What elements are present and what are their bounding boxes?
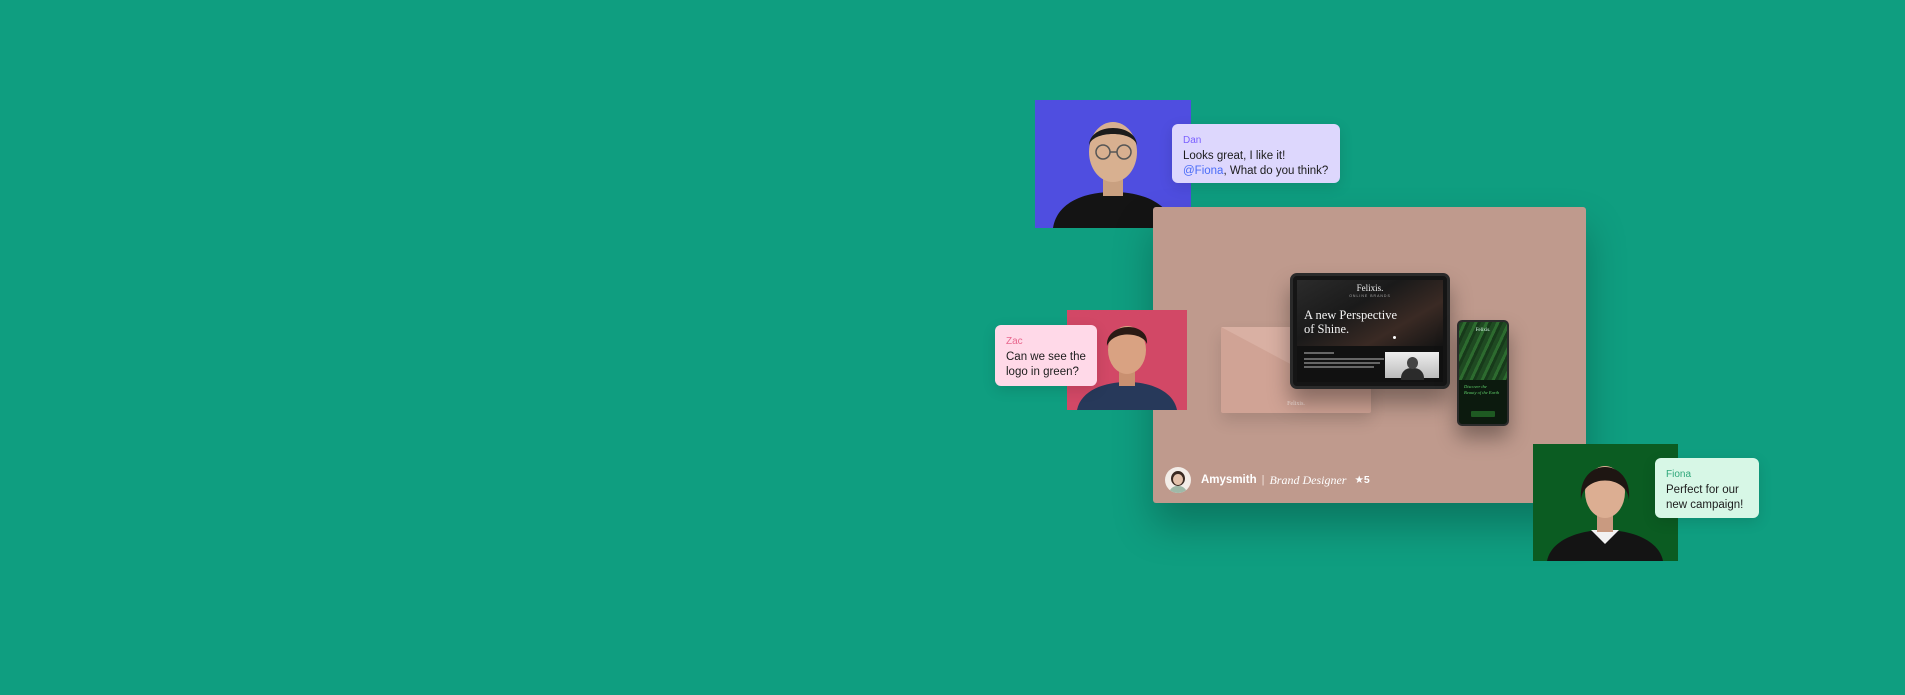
phone-mockup: Felixis. Discover the Beauty of the Earth <box>1457 320 1509 426</box>
comment-text-2: new campaign! <box>1666 499 1744 511</box>
tablet-brand: Felixis. <box>1356 283 1384 293</box>
tablet-mockup: Felixis. ONLINE BRANDS A new Perspective… <box>1290 273 1450 389</box>
tablet-thumbnail <box>1385 352 1439 380</box>
comment-author: Dan <box>1183 135 1202 146</box>
comment-text: Can we see the <box>1006 351 1086 363</box>
comment-author: Fiona <box>1666 469 1692 480</box>
portfolio-card[interactable]: Felixis. Felixis. ONLINE BRANDS A new Pe… <box>1153 207 1586 503</box>
comment-text-2: @Fiona, What do you think? <box>1183 165 1329 177</box>
tablet-headline: A new Perspective of Shine. <box>1304 308 1398 336</box>
comment-text-2: logo in green? <box>1006 366 1079 378</box>
designer-role: Brand Designer <box>1269 472 1347 487</box>
comment-dan[interactable]: Dan Looks great, I like it! @Fiona, What… <box>1172 124 1340 183</box>
mention-link[interactable]: @Fiona <box>1183 165 1223 177</box>
envelope-logo: Felixis. <box>1287 401 1305 407</box>
phone-button <box>1471 411 1495 417</box>
rating-badge: ★5 <box>1354 474 1370 486</box>
avatar[interactable] <box>1165 467 1191 493</box>
designer-name[interactable]: Amysmith <box>1201 474 1257 486</box>
tablet-tagline: ONLINE BRANDS <box>1349 294 1391 298</box>
designer-footer: Amysmith | Brand Designer ★5 <box>1165 467 1370 493</box>
comment-text: Perfect for our <box>1666 484 1739 496</box>
separator: | <box>1261 474 1265 486</box>
phone-text: Discover the Beauty of the Earth <box>1464 384 1500 395</box>
phone-brand: Felixis. <box>1475 328 1491 333</box>
comment-zac[interactable]: Zac Can we see the logo in green? <box>995 325 1097 386</box>
comment-text: Looks great, I like it! <box>1183 150 1286 162</box>
comment-fiona[interactable]: Fiona Perfect for our new campaign! <box>1655 458 1759 518</box>
comment-author: Zac <box>1006 336 1023 347</box>
